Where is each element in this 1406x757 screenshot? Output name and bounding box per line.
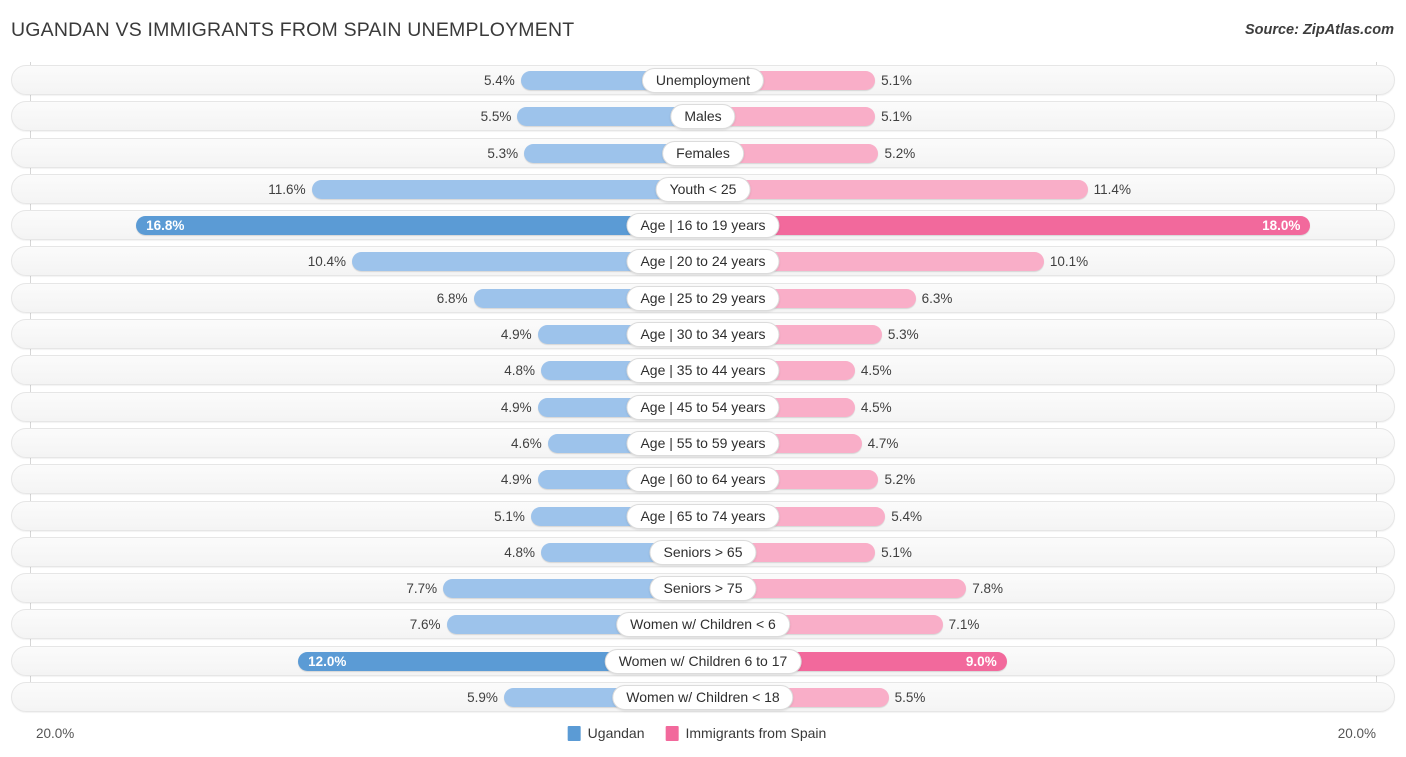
value-label-ugandan: 7.6%: [409, 617, 441, 633]
category-label: Seniors > 75: [649, 576, 757, 602]
value-label-ugandan: 4.8%: [504, 544, 536, 560]
bar-immigrants-from-spain[interactable]: [703, 216, 1311, 236]
value-label-immigrants-from-spain: 6.3%: [921, 290, 953, 306]
category-label: Females: [662, 140, 744, 166]
chart-page: UGANDAN VS IMMIGRANTS FROM SPAIN UNEMPLO…: [0, 0, 1406, 757]
category-label: Age | 25 to 29 years: [626, 285, 780, 311]
category-label: Women w/ Children 6 to 17: [604, 648, 802, 674]
legend-label: Immigrants from Spain: [685, 725, 827, 741]
value-label-immigrants-from-spain: 5.3%: [887, 327, 919, 343]
value-label-ugandan: 4.6%: [511, 435, 542, 451]
category-label: Youth < 25: [655, 176, 751, 202]
value-label-ugandan: 5.5%: [480, 109, 512, 125]
value-label-immigrants-from-spain: 4.5%: [860, 363, 892, 379]
value-label-immigrants-from-spain: 7.8%: [972, 581, 1003, 597]
chart-row: 4.8% 4.5% Age | 35 to 44 years: [0, 352, 1406, 388]
chart-row: 11.6% 11.4% Youth < 25: [0, 171, 1406, 207]
chart-row: 5.4% 5.1% Unemployment: [0, 62, 1406, 98]
value-label-ugandan: 12.0%: [308, 653, 347, 669]
value-label-immigrants-from-spain: 7.1%: [948, 617, 980, 633]
value-label-immigrants-from-spain: 9.0%: [965, 653, 997, 669]
chart-row: 12.0% 9.0% Women w/ Children 6 to 17: [0, 643, 1406, 679]
chart-rows: 5.4% 5.1% Unemployment 5.5% 5.1% Males 5.3% 5.2…: [0, 62, 1406, 715]
category-label: Males: [670, 104, 736, 130]
chart-row: 5.9% 5.5% Women w/ Children < 18: [0, 679, 1406, 715]
value-label-ugandan: 5.1%: [494, 508, 525, 524]
chart-row: 4.9% 5.2% Age | 60 to 64 years: [0, 461, 1406, 497]
chart-row: 4.8% 5.1% Seniors > 65: [0, 534, 1406, 570]
value-label-ugandan: 4.8%: [504, 363, 536, 379]
value-label-immigrants-from-spain: 5.2%: [884, 472, 916, 488]
value-label-ugandan: 5.3%: [487, 145, 519, 161]
category-label: Age | 20 to 24 years: [626, 249, 780, 275]
chart-legend: Ugandan Immigrants from Spain: [567, 725, 839, 741]
value-label-immigrants-from-spain: 5.1%: [881, 544, 912, 560]
value-label-immigrants-from-spain: 4.7%: [867, 435, 899, 451]
legend-swatch-icon: [665, 725, 679, 741]
category-label: Seniors > 65: [649, 539, 757, 565]
category-label: Age | 16 to 19 years: [626, 213, 780, 239]
chart-row: 7.6% 7.1% Women w/ Children < 6: [0, 606, 1406, 642]
category-label: Age | 55 to 59 years: [626, 430, 780, 456]
category-label: Women w/ Children < 6: [616, 612, 790, 638]
axis-max-label: 20.0%: [1337, 726, 1376, 741]
category-label: Unemployment: [641, 68, 765, 93]
chart-row: 5.5% 5.1% Males: [0, 98, 1406, 134]
value-label-immigrants-from-spain: 18.0%: [1262, 218, 1301, 234]
value-label-ugandan: 5.4%: [484, 73, 515, 88]
diverging-bar-chart: 5.4% 5.1% Unemployment 5.5% 5.1% Males 5.3% 5.2…: [0, 62, 1406, 716]
value-label-ugandan: 5.9%: [467, 690, 498, 706]
category-label: Age | 65 to 74 years: [626, 503, 780, 529]
chart-row: 4.6% 4.7% Age | 55 to 59 years: [0, 425, 1406, 461]
category-label: Age | 35 to 44 years: [626, 358, 780, 384]
bar-ugandan[interactable]: [311, 179, 703, 199]
value-label-immigrants-from-spain: 5.4%: [891, 508, 922, 524]
legend-item[interactable]: Ugandan: [567, 725, 645, 741]
chart-row: 5.3% 5.2% Females: [0, 135, 1406, 171]
value-label-immigrants-from-spain: 5.5%: [894, 690, 926, 706]
chart-row: 4.9% 4.5% Age | 45 to 54 years: [0, 389, 1406, 425]
legend-label: Ugandan: [587, 725, 645, 741]
chart-footer: 20.0% 20.0% Ugandan Immigrants from Spain: [0, 716, 1406, 757]
value-label-immigrants-from-spain: 5.1%: [881, 73, 912, 88]
category-label: Age | 60 to 64 years: [626, 467, 780, 493]
legend-swatch-icon: [567, 725, 581, 741]
category-label: Age | 30 to 34 years: [626, 322, 780, 348]
value-label-ugandan: 16.8%: [146, 218, 185, 234]
chart-row: 4.9% 5.3% Age | 30 to 34 years: [0, 316, 1406, 352]
value-label-ugandan: 4.9%: [500, 327, 532, 343]
chart-row: 6.8% 6.3% Age | 25 to 29 years: [0, 280, 1406, 316]
value-label-immigrants-from-spain: 5.1%: [881, 109, 912, 125]
value-label-ugandan: 4.9%: [500, 472, 532, 488]
legend-item[interactable]: Immigrants from Spain: [665, 725, 827, 741]
value-label-ugandan: 10.4%: [307, 254, 347, 270]
source-attribution: Source: ZipAtlas.com: [1244, 22, 1394, 38]
value-label-immigrants-from-spain: 11.4%: [1093, 181, 1131, 197]
category-label: Age | 45 to 54 years: [626, 394, 780, 420]
category-label: Women w/ Children < 18: [612, 685, 794, 711]
chart-row: 10.4% 10.1% Age | 20 to 24 years: [0, 243, 1406, 279]
value-label-immigrants-from-spain: 4.5%: [860, 399, 892, 415]
value-label-ugandan: 4.9%: [500, 399, 532, 415]
value-label-ugandan: 11.6%: [268, 181, 306, 197]
bar-ugandan[interactable]: [136, 216, 703, 236]
bar-immigrants-from-spain[interactable]: [703, 179, 1088, 199]
axis-min-label: 20.0%: [36, 726, 75, 741]
value-label-ugandan: 7.7%: [406, 581, 438, 597]
page-title: UGANDAN VS IMMIGRANTS FROM SPAIN UNEMPLO…: [11, 19, 575, 41]
value-label-ugandan: 6.8%: [436, 290, 468, 306]
value-label-immigrants-from-spain: 10.1%: [1049, 254, 1089, 270]
chart-row: 7.7% 7.8% Seniors > 75: [0, 570, 1406, 606]
value-label-immigrants-from-spain: 5.2%: [884, 145, 916, 161]
chart-row: 5.1% 5.4% Age | 65 to 74 years: [0, 498, 1406, 534]
chart-row: 16.8% 18.0% Age | 16 to 19 years: [0, 207, 1406, 243]
